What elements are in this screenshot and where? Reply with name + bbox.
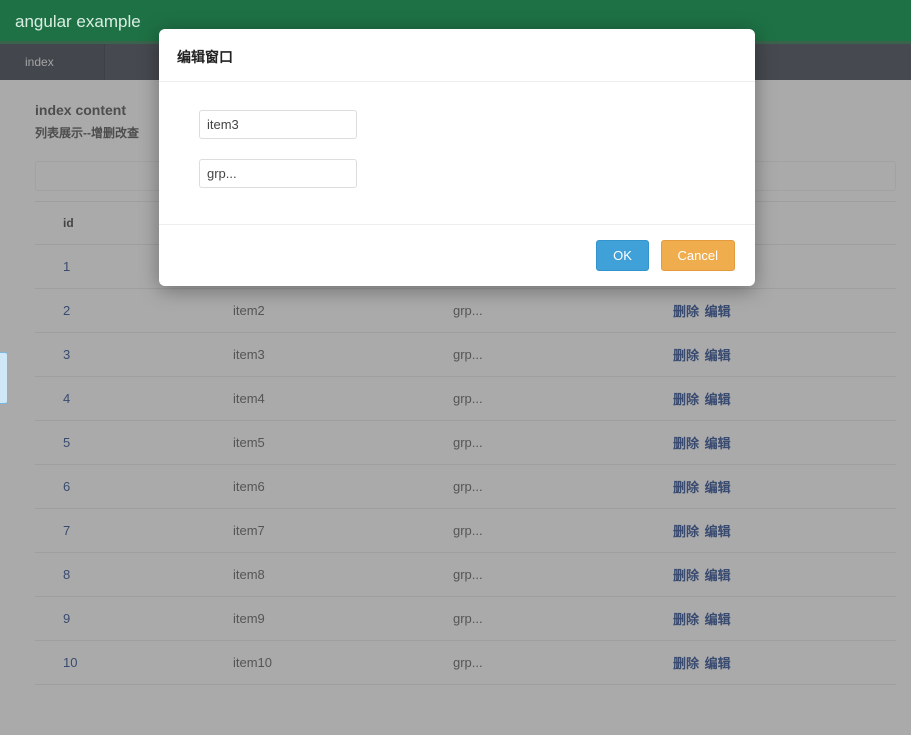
left-notch-handle[interactable] — [0, 352, 8, 404]
ok-button[interactable]: OK — [596, 240, 649, 271]
cancel-button[interactable]: Cancel — [661, 240, 735, 271]
app-title: angular example — [15, 12, 141, 31]
edit-modal: 编辑窗口 OK Cancel — [159, 29, 755, 286]
modal-title: 编辑窗口 — [159, 29, 755, 82]
name-field[interactable] — [199, 110, 357, 139]
grp-field[interactable] — [199, 159, 357, 188]
modal-footer: OK Cancel — [159, 224, 755, 286]
modal-body — [159, 82, 755, 224]
